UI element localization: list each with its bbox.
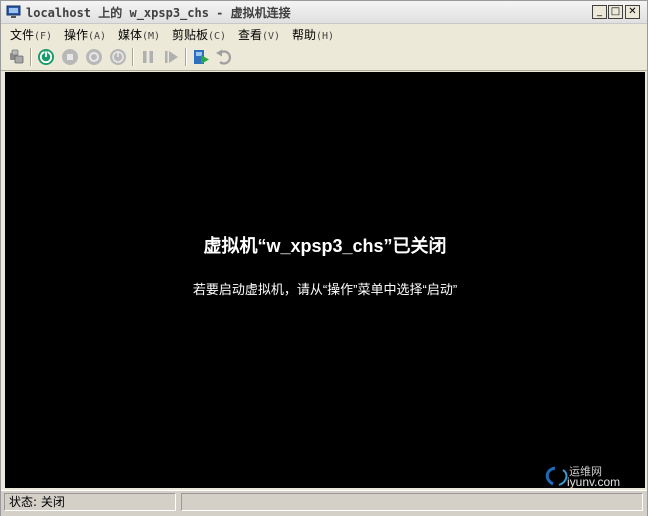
vm-connection-icon [6,5,21,18]
menu-help[interactable]: 帮助(H) [292,26,334,43]
ctrl-alt-del-icon[interactable] [8,48,26,66]
iyunv-watermark-logo: 运维网 iyunv.com [545,465,620,488]
vm-display[interactable]: 虚拟机“w_xpsp3_chs”已关闭 若要启动虚拟机，请从“操作”菜单中选择“… [5,72,645,488]
maximize-button[interactable]: □ [608,5,623,19]
toolbar-separator [30,48,32,66]
menu-media-label: 媒体 [118,28,143,42]
menu-view[interactable]: 查看(V) [238,26,280,43]
menu-file-label: 文件 [10,28,35,42]
menu-clipboard[interactable]: 剪贴板(C) [172,26,226,43]
snapshot-icon[interactable] [192,48,210,66]
menu-bar: 文件(F) 操作(A) 媒体(M) 剪贴板(C) 查看(V) 帮助(H) [1,24,647,43]
status-pane-empty [181,493,643,511]
toolbar [1,44,647,71]
title-bar[interactable]: localhost 上的 w_xpsp3_chs - 虚拟机连接 _ □ ✕ [1,1,647,24]
menu-action[interactable]: 操作(A) [64,26,106,43]
window-title: localhost 上的 w_xpsp3_chs - 虚拟机连接 [26,6,291,20]
revert-icon[interactable] [215,48,233,66]
status-text: 状态: 关闭 [4,493,176,511]
status-bar: 状态: 关闭 [1,490,647,516]
shut-down-icon[interactable] [85,48,103,66]
toolbar-separator [132,48,134,66]
watermark-en: iyunv.com [567,475,620,488]
menu-clipboard-label: 剪贴板 [172,28,209,42]
menu-help-accel: (H) [316,31,335,42]
toolbar-separator [185,48,187,66]
menu-media[interactable]: 媒体(M) [118,26,160,43]
pause-icon[interactable] [139,48,157,66]
menu-media-accel: (M) [142,31,161,42]
resume-icon[interactable] [162,48,180,66]
vm-connection-window: localhost 上的 w_xpsp3_chs - 虚拟机连接 _ □ ✕ 文… [0,0,648,516]
menu-clipboard-accel: (C) [208,31,227,42]
close-button[interactable]: ✕ [625,5,640,19]
start-icon[interactable] [37,48,55,66]
save-icon[interactable] [109,48,127,66]
turn-off-icon[interactable] [61,48,79,66]
menu-file[interactable]: 文件(F) [10,26,52,43]
minimize-button[interactable]: _ [592,5,607,19]
vm-state-title: 虚拟机“w_xpsp3_chs”已关闭 [203,236,447,256]
menu-help-label: 帮助 [292,28,317,42]
menu-action-accel: (A) [88,31,107,42]
menu-view-label: 查看 [238,28,263,42]
menu-action-label: 操作 [64,28,89,42]
vm-state-hint: 若要启动虚拟机，请从“操作”菜单中选择“启动” [192,282,458,297]
menu-view-accel: (V) [262,31,281,42]
menu-file-accel: (F) [34,31,53,42]
